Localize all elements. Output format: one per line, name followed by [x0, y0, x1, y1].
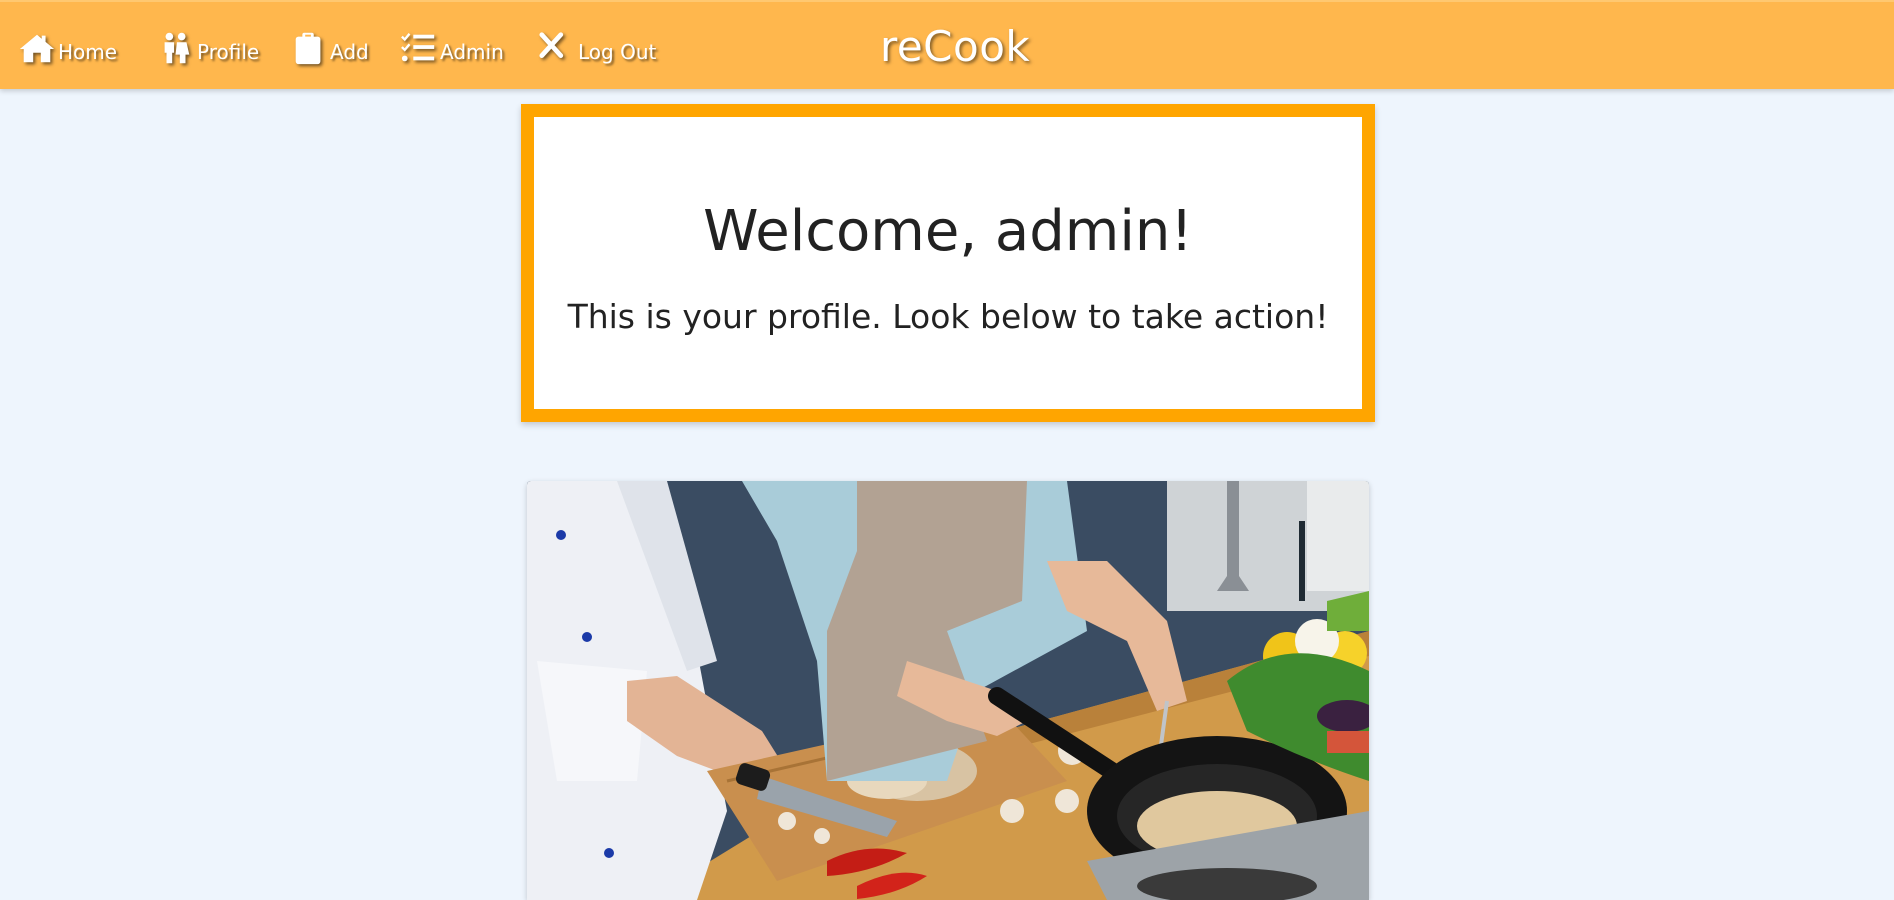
- nav-logout-link[interactable]: Log Out: [538, 28, 656, 68]
- clipboard-icon: [290, 31, 328, 65]
- people-icon: [157, 31, 195, 65]
- nav-profile-link[interactable]: Profile: [157, 28, 259, 68]
- checklist-icon: [400, 31, 438, 65]
- welcome-subtitle: This is your profile. Look below to take…: [567, 297, 1329, 336]
- welcome-title: Welcome, admin!: [703, 199, 1193, 264]
- nav-home-label: Home: [58, 40, 118, 64]
- nav-home-link[interactable]: Home: [18, 28, 117, 68]
- brand-logo-text[interactable]: reCook: [880, 22, 1030, 71]
- nav-logout-label: Log Out: [578, 40, 657, 64]
- nav-profile-label: Profile: [197, 40, 260, 64]
- nav-admin-link[interactable]: Admin: [400, 28, 504, 68]
- nav-admin-label: Admin: [440, 40, 504, 64]
- nav-add-label: Add: [330, 40, 369, 64]
- nav-add-link[interactable]: Add: [290, 28, 369, 68]
- top-navbar: Home Profile Add Admin Log Out reCook: [0, 0, 1894, 89]
- welcome-card: Welcome, admin! This is your profile. Lo…: [521, 104, 1375, 422]
- close-icon: [538, 31, 576, 65]
- home-icon: [18, 31, 56, 65]
- cooking-photo: [527, 481, 1369, 900]
